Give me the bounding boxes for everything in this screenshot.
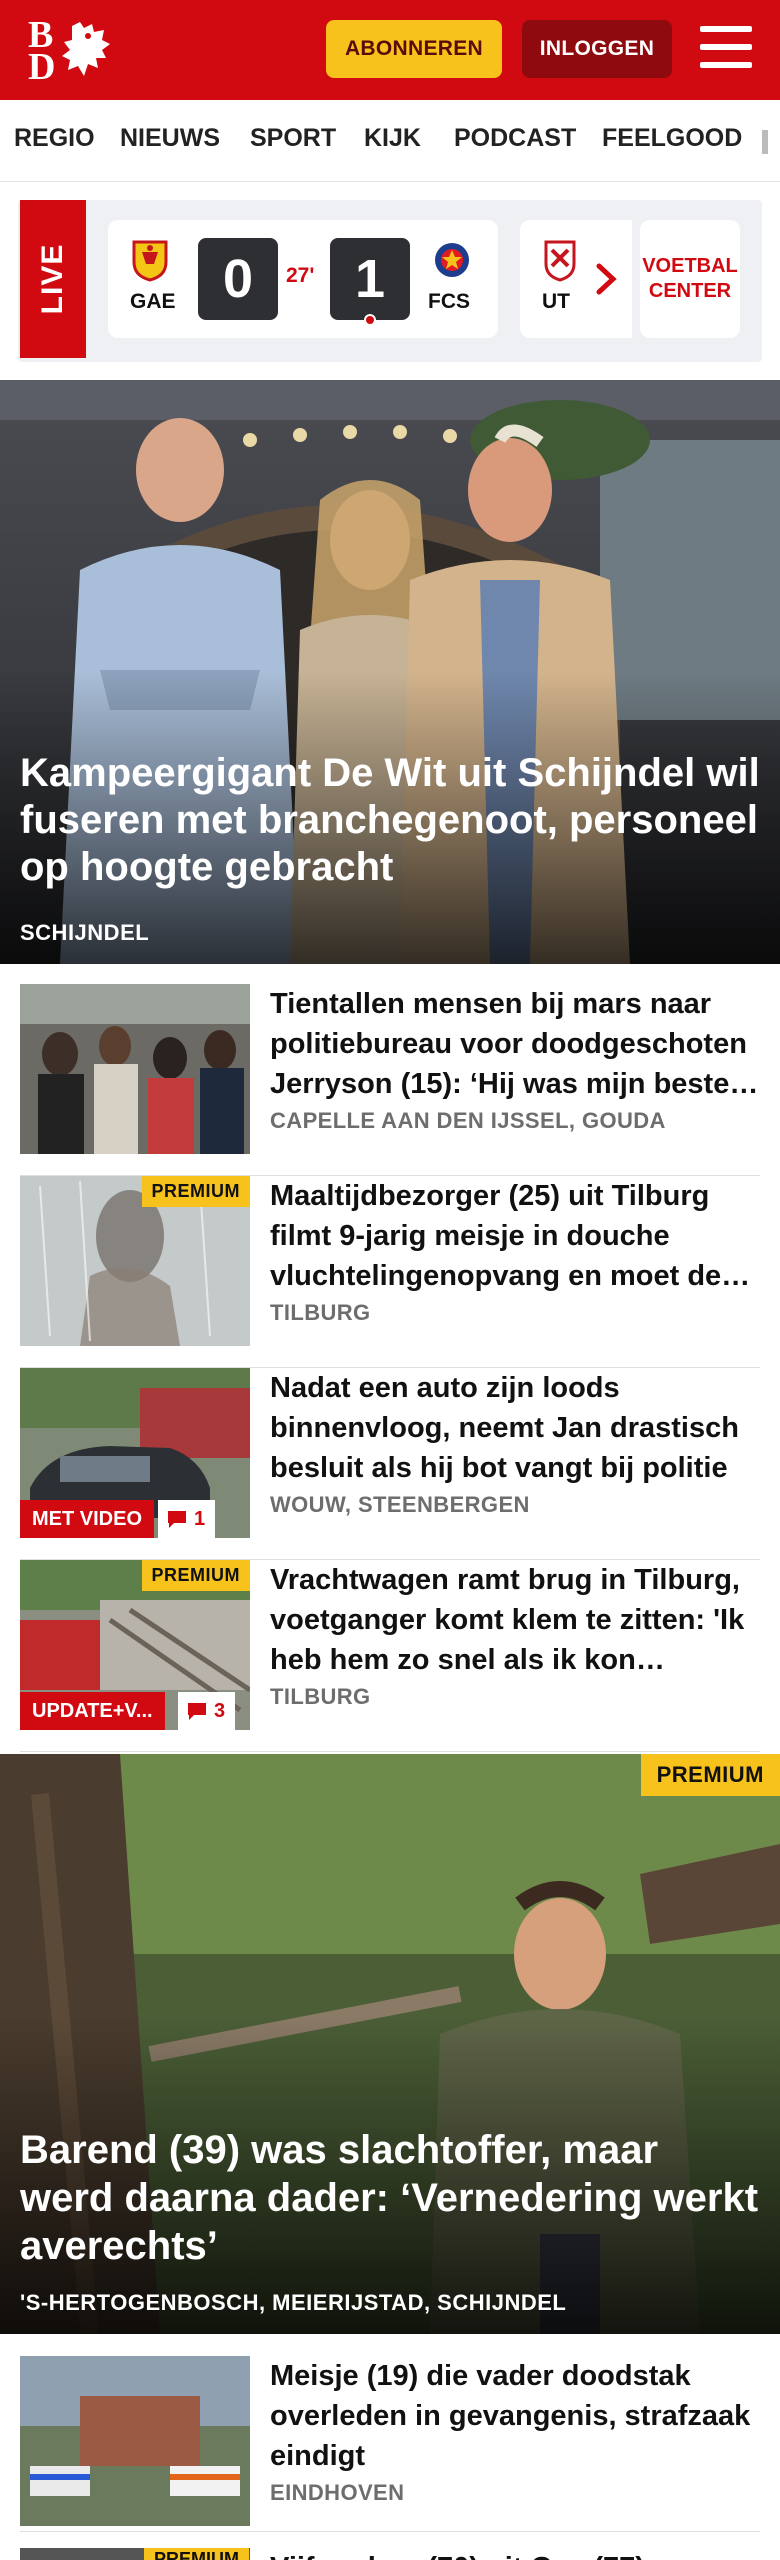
article-photo (20, 2356, 250, 2526)
match-card-next[interactable]: UT (520, 220, 580, 338)
away-score: 1 (330, 238, 410, 320)
article-thumbnail: PREMIUM (20, 1176, 250, 1346)
article-title[interactable]: Meisje (19) die vader doodstak overleden… (270, 2356, 760, 2476)
nav-item-podcast[interactable]: PODCAST (454, 124, 576, 153)
premium-badge: PREMIUM (144, 2548, 249, 2560)
hero-article-title[interactable]: Kampeergigant De Wit uit Schijndel wil f… (20, 750, 760, 891)
list-item[interactable]: PREMIUM Maaltijdbezorger (25) uit Tilbur… (20, 1176, 760, 1368)
article-title[interactable]: Nadat een auto zijn loods binnenvloog, n… (270, 1368, 760, 1488)
update-badge: UPDATE+V... (20, 1692, 165, 1730)
comment-count: 1 (194, 1508, 206, 1530)
fc-utrecht-crest-icon (544, 240, 576, 282)
featured-article-title[interactable]: Barend (39) was slachtoffer, maar werd d… (20, 2126, 760, 2270)
list-item[interactable]: PREMIUM UPDATE+V... 3 Vrachtwagen ramt b… (20, 1560, 760, 1752)
nav-item-nieuws[interactable]: NIEUWS (120, 124, 220, 153)
list-item[interactable]: Meisje (19) die vader doodstak overleden… (20, 2356, 760, 2532)
goal-indicator-dot (364, 314, 376, 326)
list-item[interactable]: Tientallen mensen bij mars naar politieb… (20, 984, 760, 1176)
voetbal-center-line1: VOETBAL (642, 255, 738, 277)
chevron-right-icon (596, 263, 617, 295)
nav-item-sport[interactable]: SPORT (250, 124, 336, 153)
next-match-arrow[interactable] (580, 220, 632, 338)
fcsb-crest-icon (435, 243, 469, 277)
comment-count-badge: 3 (178, 1692, 236, 1730)
article-location: TILBURG (270, 1300, 371, 1325)
go-ahead-eagles-crest-icon (132, 240, 168, 282)
list-item[interactable]: MET VIDEO 1 Nadat een auto zijn loods bi… (20, 1368, 760, 1560)
next-team-name: UT (542, 290, 570, 313)
bd-logo[interactable]: B D (24, 14, 116, 86)
article-location: CAPELLE AAN DEN IJSSEL, GOUDA (270, 1108, 666, 1133)
main-nav: REGIO NIEUWS SPORT KIJK PODCAST FEELGOOD (0, 100, 780, 182)
featured-article-location: 'S-HERTOGENBOSCH, MEIERIJSTAD, SCHIJNDEL (20, 2290, 567, 2315)
away-team-name: FCS (428, 290, 470, 313)
article-thumbnail (20, 984, 250, 1154)
article-title[interactable]: Maaltijdbezorger (25) uit Tilburg filmt … (270, 1176, 760, 1296)
article-location: WOUW, STEENBERGEN (270, 1492, 530, 1517)
comment-icon (188, 1703, 206, 1720)
comment-count: 3 (214, 1700, 226, 1722)
login-button[interactable]: INLOGGEN (522, 20, 672, 78)
home-score: 0 (198, 238, 278, 320)
nav-item-regio[interactable]: REGIO (14, 124, 95, 153)
site-header: B D ABONNEREN INLOGGEN (0, 0, 780, 100)
nav-overflow-indicator (762, 130, 768, 154)
article-thumbnail (20, 2356, 250, 2526)
menu-icon[interactable] (700, 24, 752, 72)
match-minute: 27' (286, 264, 315, 287)
dragon-icon (62, 22, 110, 76)
voetbal-center-link[interactable]: VOETBAL CENTER (640, 220, 740, 338)
nav-item-kijk[interactable]: KIJK (364, 124, 421, 153)
live-label: LIVE (20, 200, 86, 358)
article-title[interactable]: Vrachtwagen ramt brug in Tilburg, voetga… (270, 1560, 760, 1680)
article-thumbnail: PREMIUM UPDATE+V... 3 (20, 1560, 250, 1730)
logo-letter-d: D (28, 46, 56, 88)
comment-count-badge: 1 (158, 1500, 216, 1538)
match-card-gae-fcs[interactable]: GAE 0 27' 1 FCS (108, 220, 498, 338)
premium-badge-featured: PREMIUM (640, 1754, 780, 1796)
next-article-thumbnail-peek[interactable]: PREMIUM (20, 2548, 250, 2560)
next-article-title-peek[interactable]: Vijf ouders (70) uit Oss (77) over hun (270, 2548, 760, 2560)
article-thumbnail: MET VIDEO 1 (20, 1368, 250, 1538)
subscribe-button[interactable]: ABONNEREN (326, 20, 502, 78)
article-title[interactable]: Tientallen mensen bij mars naar politieb… (270, 984, 760, 1104)
video-badge: MET VIDEO (20, 1500, 155, 1538)
nav-item-feelgood[interactable]: FEELGOOD (602, 124, 742, 153)
premium-badge: PREMIUM (141, 1560, 250, 1591)
voetbal-center-line2: CENTER (648, 280, 732, 302)
article-location: EINDHOVEN (270, 2480, 405, 2505)
comment-icon (168, 1511, 186, 1528)
premium-badge: PREMIUM (141, 1176, 250, 1207)
hero-article-location: SCHIJNDEL (20, 920, 150, 945)
article-location: TILBURG (270, 1684, 371, 1709)
home-team-name: GAE (130, 290, 176, 313)
article-photo (20, 984, 250, 1154)
